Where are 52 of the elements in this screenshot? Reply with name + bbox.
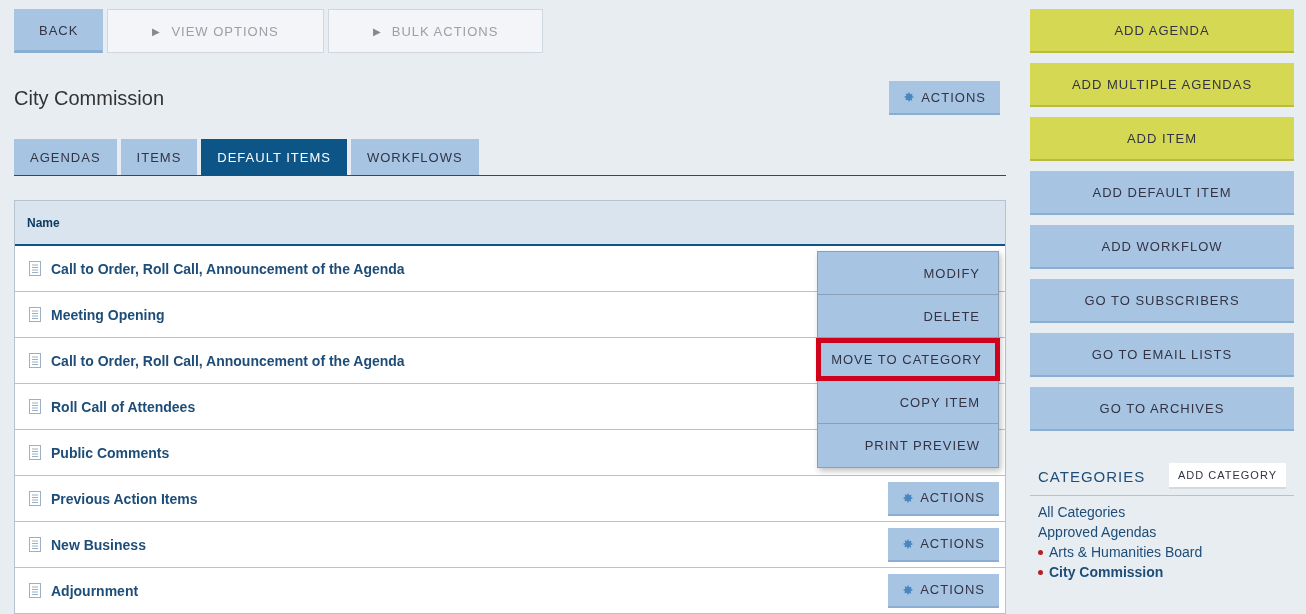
page-title: City Commission — [14, 86, 165, 110]
gear-icon — [902, 491, 915, 504]
document-icon — [29, 491, 41, 506]
category-link[interactable]: Approved Agendas — [1038, 524, 1157, 540]
sidebar-button[interactable]: ADD WORKFLOW — [1030, 225, 1294, 269]
menu-item[interactable]: COPY ITEM — [818, 381, 998, 424]
sidebar-button[interactable]: GO TO SUBSCRIBERS — [1030, 279, 1294, 323]
sidebar-button[interactable]: GO TO EMAIL LISTS — [1030, 333, 1294, 377]
sidebar-button[interactable]: ADD ITEM — [1030, 117, 1294, 161]
gear-icon — [902, 537, 915, 550]
item-name[interactable]: Meeting Opening — [51, 306, 165, 323]
play-icon: ▶ — [372, 25, 382, 37]
item-name[interactable]: Call to Order, Roll Call, Announcement of the Agenda — [51, 352, 405, 369]
document-icon — [29, 537, 41, 552]
back-button[interactable]: BACK — [14, 9, 104, 53]
tab[interactable]: WORKFLOWS — [350, 139, 479, 175]
document-icon — [29, 261, 41, 276]
menu-item[interactable]: MOVE TO CATEGORY — [816, 338, 1000, 381]
sidebar-button[interactable]: ADD DEFAULT ITEM — [1030, 171, 1294, 215]
sidebar-button[interactable]: ADD MULTIPLE AGENDAS — [1030, 63, 1294, 107]
menu-item[interactable]: PRINT PREVIEW — [818, 424, 998, 467]
item-name[interactable]: Roll Call of Attendees — [51, 398, 196, 415]
category-link[interactable]: Arts & Humanities Board — [1049, 544, 1203, 560]
gear-icon — [903, 91, 916, 103]
item-name[interactable]: Adjournment — [51, 582, 139, 599]
tab[interactable]: ITEMS — [120, 139, 198, 175]
document-icon — [29, 307, 41, 322]
item-name[interactable]: Call to Order, Roll Call, Announcement of the Agenda — [51, 260, 405, 277]
tab[interactable]: DEFAULT ITEMS — [201, 139, 347, 175]
tab[interactable]: AGENDAS — [14, 139, 117, 175]
document-icon — [29, 353, 41, 368]
menu-item[interactable]: DELETE — [818, 295, 998, 338]
document-icon — [29, 399, 41, 414]
actions-button[interactable]: ACTIONS — [888, 527, 999, 562]
document-icon — [29, 583, 41, 598]
play-icon: ▶ — [152, 25, 162, 37]
actions-button[interactable]: ACTIONS — [888, 481, 999, 516]
column-header: Name — [27, 215, 60, 230]
item-name[interactable]: Public Comments — [51, 444, 170, 461]
actions-button[interactable]: ACTIONS — [888, 573, 999, 608]
document-icon — [29, 445, 41, 460]
item-name[interactable]: New Business — [51, 536, 146, 553]
gear-icon — [902, 583, 915, 596]
category-link[interactable]: All Categories — [1038, 504, 1126, 520]
menu-item[interactable]: MODIFY — [818, 252, 998, 295]
add-category-button[interactable]: ADD CATEGORY — [1169, 463, 1286, 489]
sidebar-button[interactable]: ADD AGENDA — [1030, 9, 1294, 53]
categories-heading: CATEGORIES — [1038, 467, 1146, 485]
item-name[interactable]: Previous Action Items — [51, 490, 198, 507]
sidebar-button[interactable]: GO TO ARCHIVES — [1030, 387, 1294, 431]
category-link[interactable]: City Commission — [1049, 564, 1164, 580]
actions-button[interactable]: ACTIONS — [889, 81, 1000, 115]
